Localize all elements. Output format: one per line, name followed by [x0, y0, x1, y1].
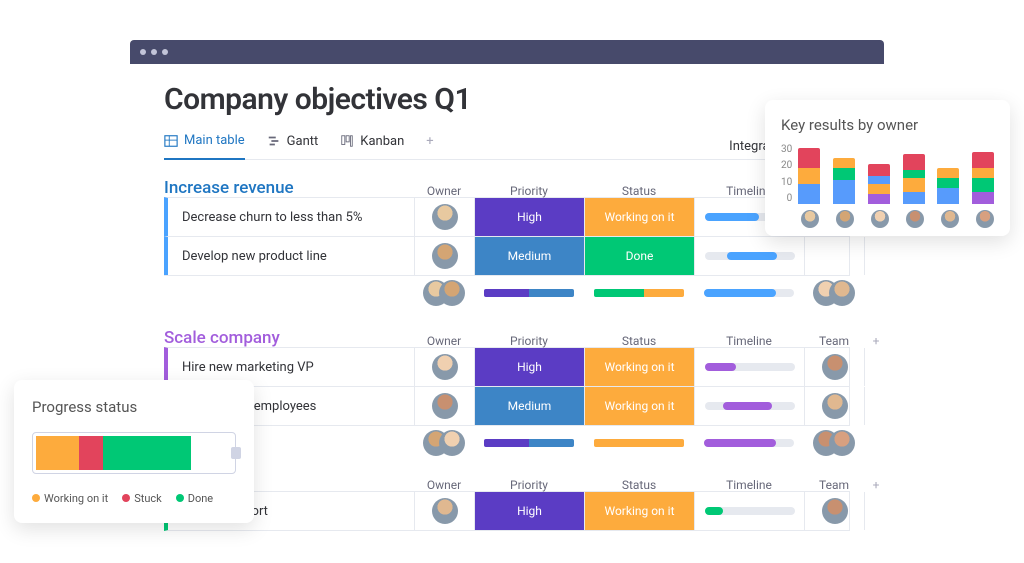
summary-priority	[474, 426, 584, 460]
cell-priority[interactable]: High	[474, 198, 584, 236]
summary-timeline	[694, 426, 804, 460]
tab-kanban[interactable]: Kanban	[340, 134, 404, 159]
chart-title: Key results by owner	[781, 116, 994, 134]
cell-priority[interactable]: Medium	[474, 237, 584, 275]
cell-owner[interactable]	[414, 348, 474, 386]
tab-gantt[interactable]: Gantt	[267, 134, 319, 159]
cell-status[interactable]: Done	[584, 237, 694, 275]
col-owner[interactable]: Owner	[414, 334, 474, 348]
cell-status[interactable]: Working on it	[584, 198, 694, 236]
table-row[interactable]: Decrease churn to less than 5% High Work…	[164, 197, 850, 237]
chart-bar	[868, 164, 890, 204]
row-name[interactable]: Develop new product line	[168, 249, 414, 264]
chart-bar	[903, 154, 925, 204]
table-row[interactable]: d 24/7 support High Working on it	[164, 491, 850, 531]
cell-status[interactable]: Working on it	[584, 348, 694, 386]
add-column-button[interactable]: +	[864, 334, 888, 348]
add-column-button[interactable]: +	[864, 478, 888, 492]
kanban-icon	[340, 134, 354, 148]
summary-team[interactable]	[804, 426, 864, 460]
table-icon	[164, 134, 178, 148]
col-timeline[interactable]: Timeline	[694, 334, 804, 348]
col-priority[interactable]: Priority	[474, 184, 584, 198]
cell-owner[interactable]	[414, 237, 474, 275]
add-view-button[interactable]: +	[426, 134, 433, 159]
window-titlebar	[130, 40, 884, 64]
cell-priority[interactable]: High	[474, 492, 584, 530]
chart-bar	[798, 148, 820, 204]
table-row[interactable]: Hire 20 new employees Medium Working on …	[164, 386, 850, 426]
key-results-card: Key results by owner 3020100	[765, 100, 1010, 236]
legend-item: Stuck	[122, 492, 162, 505]
table-row[interactable]: Hire new marketing VP High Working on it	[164, 347, 850, 387]
group-summary	[164, 425, 850, 460]
progress-title: Progress status	[32, 398, 236, 416]
col-team[interactable]: Team	[804, 334, 864, 348]
col-status[interactable]: Status	[584, 184, 694, 198]
row-name[interactable]: Hire new marketing VP	[168, 360, 414, 375]
group-title[interactable]: Scale company	[164, 328, 414, 348]
cell-status[interactable]: Working on it	[584, 492, 694, 530]
group-title[interactable]: Increase revenue	[164, 178, 414, 198]
col-priority[interactable]: Priority	[474, 334, 584, 348]
col-owner[interactable]: Owner	[414, 478, 474, 492]
cell-priority[interactable]: Medium	[474, 387, 584, 425]
chart-y-axis: 3020100	[781, 144, 792, 204]
chart-bar	[972, 152, 994, 204]
cell-priority[interactable]: High	[474, 348, 584, 386]
cell-team[interactable]	[804, 387, 864, 425]
cell-owner[interactable]	[414, 198, 474, 236]
page-title: Company objectives Q1	[164, 82, 850, 117]
view-tabs: Main table Gantt Kanban + Integrate	[164, 133, 850, 160]
progress-status-card: Progress status Working on it Stuck Done	[14, 380, 254, 523]
summary-team[interactable]	[804, 276, 864, 310]
row-name[interactable]: Decrease churn to less than 5%	[168, 210, 414, 225]
cell-timeline[interactable]	[694, 348, 804, 386]
cell-status[interactable]: Working on it	[584, 387, 694, 425]
chart-bar	[833, 158, 855, 204]
summary-status	[584, 276, 694, 310]
cell-team[interactable]	[804, 237, 864, 275]
legend-item: Done	[176, 492, 213, 505]
table-row[interactable]: Develop new product line Medium Done	[164, 236, 850, 276]
cell-timeline[interactable]	[694, 237, 804, 275]
cell-team[interactable]	[804, 348, 864, 386]
summary-timeline	[694, 276, 804, 310]
gantt-icon	[267, 134, 281, 148]
group-summary	[164, 275, 850, 310]
chart-bar	[937, 168, 959, 204]
summary-priority	[474, 276, 584, 310]
cell-timeline[interactable]	[694, 492, 804, 530]
cell-owner[interactable]	[414, 492, 474, 530]
col-team[interactable]: Team	[804, 478, 864, 492]
chart-x-axis-avatars	[781, 210, 994, 228]
col-timeline[interactable]: Timeline	[694, 478, 804, 492]
cell-team[interactable]	[804, 492, 864, 530]
summary-status	[584, 426, 694, 460]
progress-legend: Working on it Stuck Done	[32, 492, 236, 505]
summary-owners[interactable]	[414, 426, 474, 460]
cell-timeline[interactable]	[694, 387, 804, 425]
legend-item: Working on it	[32, 492, 108, 505]
progress-bar	[32, 432, 236, 474]
col-status[interactable]: Status	[584, 478, 694, 492]
col-owner[interactable]: Owner	[414, 184, 474, 198]
col-status[interactable]: Status	[584, 334, 694, 348]
summary-owners[interactable]	[414, 276, 474, 310]
tab-main-table[interactable]: Main table	[164, 133, 245, 160]
chart-bars	[798, 144, 994, 204]
cell-owner[interactable]	[414, 387, 474, 425]
col-priority[interactable]: Priority	[474, 478, 584, 492]
